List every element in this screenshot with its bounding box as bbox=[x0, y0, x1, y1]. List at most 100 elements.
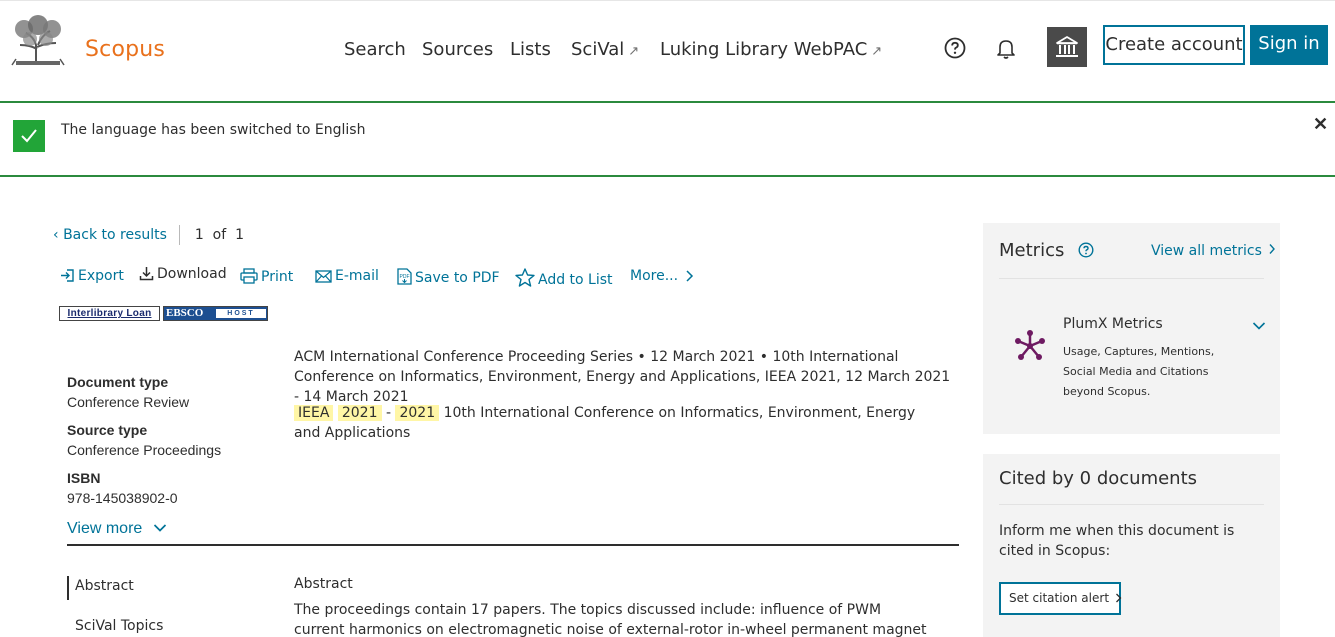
success-badge bbox=[13, 120, 45, 152]
plumx-icon bbox=[1015, 330, 1045, 360]
pdf-icon: PDF bbox=[397, 268, 412, 285]
plumx-desc-line: beyond Scopus. bbox=[1063, 385, 1151, 398]
plumx-desc-line: Usage, Captures, Mentions, bbox=[1063, 345, 1215, 358]
section-divider bbox=[67, 544, 959, 546]
divider bbox=[179, 225, 181, 245]
metrics-title-text: Metrics bbox=[999, 240, 1065, 261]
isbn-label: ISBN bbox=[67, 470, 101, 486]
plumx-desc-line: Social Media and Citations bbox=[1063, 365, 1209, 378]
download-button[interactable]: Download bbox=[139, 266, 227, 282]
notice-message: The language has been switched to Englis… bbox=[61, 122, 366, 138]
external-link-icon: ↗ bbox=[871, 44, 883, 59]
source-info: ACM International Conference Proceeding … bbox=[294, 347, 959, 407]
active-indicator bbox=[67, 576, 69, 600]
nav-scival[interactable]: SciVal ↗ bbox=[571, 39, 639, 60]
institution-button[interactable] bbox=[1047, 27, 1087, 67]
highlight-term: 2021 bbox=[395, 405, 440, 421]
top-header: Scopus Search Sources Lists SciVal ↗ Luki… bbox=[0, 0, 1335, 101]
help-icon[interactable] bbox=[943, 36, 967, 60]
interlibrary-loan-button[interactable]: Interlibrary Loan bbox=[59, 306, 160, 321]
scopus-logo-text[interactable]: Scopus bbox=[85, 37, 165, 62]
back-label: Back to results bbox=[63, 227, 167, 243]
language-notice: The language has been switched to Englis… bbox=[0, 101, 1335, 177]
host-label: HOST bbox=[216, 309, 266, 318]
chevron-right-icon bbox=[1269, 244, 1276, 254]
nav-lists[interactable]: Lists bbox=[510, 39, 551, 60]
close-icon[interactable]: ✕ bbox=[1313, 114, 1328, 135]
results-navigation: ‹ Back to results 1 of 1 bbox=[53, 225, 244, 245]
plumx-title: PlumX Metrics bbox=[1063, 316, 1163, 332]
abstract-heading: Abstract bbox=[294, 576, 353, 592]
metrics-panel: Metrics View all metrics PlumX Metrics U… bbox=[983, 223, 1280, 434]
nav-sources[interactable]: Sources bbox=[422, 39, 493, 60]
chevron-down-icon[interactable] bbox=[1252, 321, 1266, 331]
section-nav-abstract[interactable]: Abstract bbox=[75, 578, 134, 594]
print-label: Print bbox=[261, 269, 294, 285]
cited-by-panel: Cited by 0 documents Inform me when this… bbox=[983, 454, 1280, 637]
bell-icon[interactable] bbox=[994, 36, 1018, 60]
email-button[interactable]: E-mail bbox=[315, 268, 379, 284]
abstract-text: The proceedings contain 17 papers. The t… bbox=[294, 602, 927, 637]
set-citation-alert-button[interactable]: Set citation alert bbox=[999, 582, 1122, 615]
back-to-results-link[interactable]: ‹ Back to results bbox=[53, 227, 167, 243]
more-label: More... bbox=[630, 268, 679, 284]
download-icon bbox=[139, 267, 154, 281]
source-date: 12 March 2021 bbox=[650, 349, 756, 365]
ebscohost-button[interactable]: EBSCO HOST bbox=[163, 306, 268, 321]
export-button[interactable]: Export bbox=[60, 268, 124, 284]
help-icon[interactable] bbox=[1078, 242, 1094, 258]
nav-library-webpac[interactable]: Luking Library WebPAC ↗ bbox=[660, 39, 882, 60]
institution-icon bbox=[1056, 36, 1078, 57]
create-account-button[interactable]: Create account bbox=[1103, 25, 1245, 65]
nav-library-label: Luking Library WebPAC bbox=[660, 39, 868, 60]
title-dash: - bbox=[385, 405, 392, 421]
document-type-value: Conference Review bbox=[67, 394, 190, 410]
nav-lists-label: Lists bbox=[510, 39, 551, 60]
section-nav-scival-topics[interactable]: SciVal Topics bbox=[75, 618, 163, 634]
highlight-term: 2021 bbox=[337, 405, 382, 421]
view-more-button[interactable]: View more bbox=[67, 520, 167, 538]
document-type-label: Document type bbox=[67, 374, 169, 390]
nav-scival-label: SciVal bbox=[571, 39, 625, 60]
source-series-link[interactable]: ACM International Conference Proceeding … bbox=[294, 349, 633, 365]
panel-divider bbox=[999, 278, 1264, 279]
elsevier-tree-logo[interactable] bbox=[10, 15, 66, 67]
plumx-description: Usage, Captures, Mentions, Social Media … bbox=[1063, 342, 1243, 402]
star-icon bbox=[515, 268, 535, 287]
citation-alert-label: Set citation alert bbox=[1009, 591, 1110, 605]
chevron-right-icon bbox=[685, 270, 693, 282]
add-to-list-label: Add to List bbox=[538, 272, 613, 288]
metrics-title: Metrics bbox=[999, 240, 1094, 261]
pager-of: of bbox=[212, 227, 227, 243]
sign-in-button[interactable]: Sign in bbox=[1250, 25, 1328, 65]
view-all-metrics-link[interactable]: View all metrics bbox=[1151, 243, 1276, 259]
email-icon bbox=[315, 270, 332, 283]
isbn-value: 978-145038902-0 bbox=[67, 490, 178, 506]
more-button[interactable]: More... bbox=[630, 268, 697, 284]
print-icon bbox=[240, 268, 258, 284]
view-more-label: View more bbox=[67, 520, 143, 537]
download-label: Download bbox=[157, 266, 227, 282]
chevron-right-icon bbox=[1115, 593, 1122, 603]
bullet: • bbox=[637, 349, 651, 365]
nav-search-label: Search bbox=[344, 39, 406, 60]
print-button[interactable]: Print bbox=[240, 268, 293, 285]
bullet: • bbox=[759, 349, 773, 365]
external-link-icon: ↗ bbox=[628, 44, 640, 59]
nav-sources-label: Sources bbox=[422, 39, 494, 60]
email-label: E-mail bbox=[335, 268, 379, 284]
view-all-metrics-label: View all metrics bbox=[1151, 243, 1262, 259]
panel-divider bbox=[999, 504, 1264, 505]
pager: 1 of 1 bbox=[195, 227, 244, 243]
export-label: Export bbox=[78, 268, 124, 284]
document-title: IEEA 2021 - 2021 10th International Conf… bbox=[294, 403, 934, 443]
source-type-value: Conference Proceedings bbox=[67, 442, 222, 458]
nav-search[interactable]: Search bbox=[344, 39, 406, 60]
add-to-list-button[interactable]: Add to List bbox=[515, 268, 613, 288]
save-pdf-button[interactable]: PDF Save to PDF bbox=[397, 268, 500, 286]
source-type-label: Source type bbox=[67, 422, 148, 438]
save-pdf-label: Save to PDF bbox=[415, 270, 500, 286]
checkmark-icon bbox=[21, 129, 37, 143]
cited-description: Inform me when this document is cited in… bbox=[999, 523, 1235, 559]
pager-current: 1 bbox=[194, 227, 204, 243]
